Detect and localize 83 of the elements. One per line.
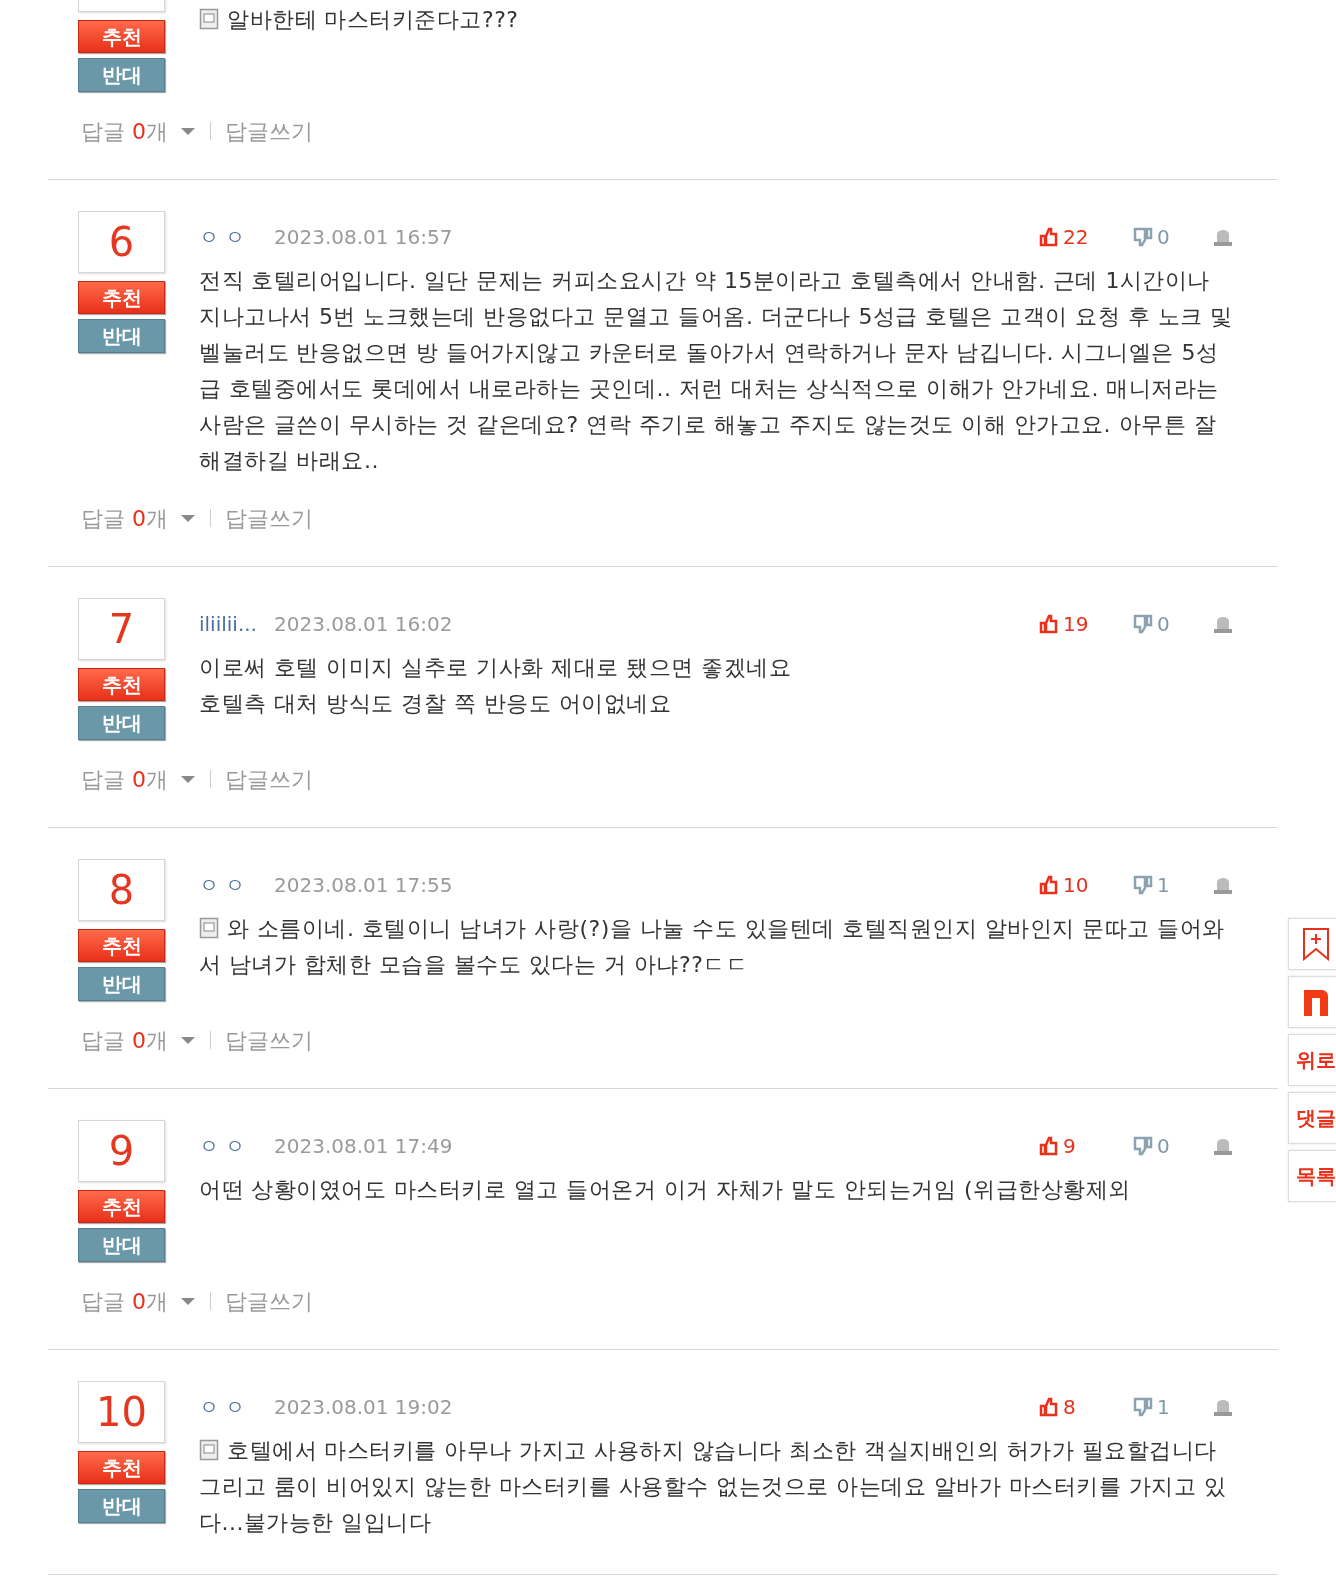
author-name[interactable]: iliilii... [199,609,274,639]
report-icon[interactable] [1213,1398,1233,1416]
thumbs-up-icon [1039,614,1059,634]
thumbs-down-icon [1133,227,1153,247]
author-name[interactable]: ㅇ ㅇ [199,1131,274,1161]
comment-number: 6 [78,211,165,273]
reply-count-toggle[interactable]: 답글 0개 [81,114,196,148]
dislike-count[interactable]: 1 [1133,1392,1213,1422]
reply-count-toggle[interactable]: 답글 0개 [81,1023,196,1057]
memo-icon [199,8,219,30]
thumbs-down-icon [1133,1397,1153,1417]
caret-icon [180,1296,196,1306]
author-name[interactable]: ㅇ ㅇ [199,222,274,252]
caret-icon [180,513,196,523]
report-icon[interactable] [1213,615,1233,633]
bookmark-icon [1302,927,1330,961]
memo-icon [199,917,219,939]
oppose-button[interactable]: 반대 [78,1489,165,1523]
comment-number: 10 [78,1381,165,1443]
thumbs-down-icon [1133,1136,1153,1156]
write-reply-link[interactable]: 답글쓰기 [225,501,313,535]
dislike-count[interactable]: 1 [1133,870,1213,900]
write-reply-link[interactable]: 답글쓰기 [225,1284,313,1318]
recommend-button[interactable]: 추천 [78,1451,165,1484]
oppose-button[interactable]: 반대 [78,58,165,92]
thumbs-up-icon [1039,1397,1059,1417]
write-reply-link[interactable]: 답글쓰기 [225,1023,313,1057]
write-reply-link[interactable]: 답글쓰기 [225,114,313,148]
caret-icon [180,774,196,784]
author-name[interactable]: ㅇ ㅇ [199,870,274,900]
oppose-button[interactable]: 반대 [78,706,165,740]
comment-number: 8 [78,859,165,921]
reply-count-toggle[interactable]: 답글 0개 [81,762,196,796]
report-icon[interactable] [1213,1137,1233,1155]
comment-text: 이로써 호텔 이미지 실추로 기사화 제대로 됐으면 좋겠네요 호텔측 대처 방식도 경찰 쪽 반응도 어이없네요 [199,654,793,718]
reply-count-toggle[interactable]: 답글 0개 [81,1284,196,1318]
thumbs-up-icon [1039,1136,1059,1156]
like-count[interactable]: 19 [1039,609,1133,639]
thumbs-down-icon [1133,614,1153,634]
comment-text: 호텔에서 마스터키를 아무나 가지고 사용하지 않습니다 최소한 객실지배인의 허가가 필요할겁니다 그리고 룸이 비어있지 않는한 마스터키를 사용할수 없는것으로 아는데요 알바가 마스터키를 가지고 있다...불가능한 일입니다 [199,1437,1228,1537]
oppose-button[interactable]: 반대 [78,1228,165,1262]
comment-date: 2023.08.01 16:57 [274,224,453,251]
comment-date: 2023.08.01 17:49 [274,1133,453,1160]
write-reply-link[interactable]: 답글쓰기 [225,762,313,796]
dislike-count[interactable]: 0 [1133,222,1213,252]
like-count[interactable]: 8 [1039,1392,1133,1422]
n-logo-button[interactable] [1288,976,1336,1028]
comment-text: 어떤 상황이였어도 마스터키로 열고 들어온거 이거 자체가 말도 안되는거임 (위급한상황제외 [199,1176,1132,1204]
thumbs-up-icon [1039,875,1059,895]
memo-icon [199,1439,219,1461]
thumbs-down-icon [1133,875,1153,895]
oppose-button[interactable]: 반대 [78,319,165,353]
comment-date: 2023.08.01 19:02 [274,1394,453,1421]
report-icon[interactable] [1213,876,1233,894]
thumbs-up-icon [1039,227,1059,247]
like-count[interactable]: 22 [1039,222,1133,252]
report-icon[interactable] [1213,228,1233,246]
recommend-button[interactable]: 추천 [78,20,165,53]
comment-number: 7 [78,598,165,660]
side-nav-button[interactable]: 위로 [1288,1034,1336,1086]
like-count[interactable]: 9 [1039,1131,1133,1161]
recommend-button[interactable]: 추천 [78,668,165,701]
dislike-count[interactable]: 0 [1133,609,1213,639]
oppose-button[interactable]: 반대 [78,967,165,1001]
reply-count-toggle[interactable]: 답글 0개 [81,501,196,535]
comment-date: 2023.08.01 16:02 [274,611,453,638]
side-nav-button[interactable]: 목록 [1288,1150,1336,1202]
bookmark-button[interactable] [1288,918,1336,970]
dislike-count[interactable]: 0 [1133,1131,1213,1161]
comment-text: 와 소름이네. 호텔이니 남녀가 사랑(?)을 나눌 수도 있을텐데 호텔직원인지 알바인지 문따고 들어와서 남녀가 합체한 모습을 볼수도 있다는 거 아냐??ㄷㄷ [199,915,1226,979]
recommend-button[interactable]: 추천 [78,281,165,314]
caret-icon [180,1035,196,1045]
caret-icon [180,126,196,136]
comment-text: 알바한테 마스터키준다고??? [199,2,1233,38]
recommend-button[interactable]: 추천 [78,1190,165,1223]
comment-date: 2023.08.01 17:55 [274,872,453,899]
side-nav-button[interactable]: 댓글 [1288,1092,1336,1144]
like-count[interactable]: 10 [1039,870,1133,900]
author-name[interactable]: ㅇ ㅇ [199,1392,274,1422]
comment-text: 전직 호텔리어입니다. 일단 문제는 커피소요시간 약 15분이라고 호텔측에서 안내함. 근데 1시간이나 지나고나서 5번 노크했는데 반응없다고 문열고 들어옴. 더군다나 5성급 호텔은 고객이 요청 후 노크 및 벨눌러도 반응없으면 방 들어가지않고 카운터로 돌아가서 연락하거나 문자 남깁니다. 시그니엘은 5성급 호텔중에서도 롯데에서 내로라하는 곳인데.. 저런 대처는 상식적으로 이해가 안가네요. 매니저라는 사람은 글쓴이 무시하는 것 같은데요? 연락 주기로 해놓고 주지도 않는것도 이해 안가고요. 아무튼 잘 해결하길 바래요.. [199,267,1233,475]
n-logo-icon [1303,988,1329,1016]
comment-number: 9 [78,1120,165,1182]
recommend-button[interactable]: 추천 [78,929,165,962]
